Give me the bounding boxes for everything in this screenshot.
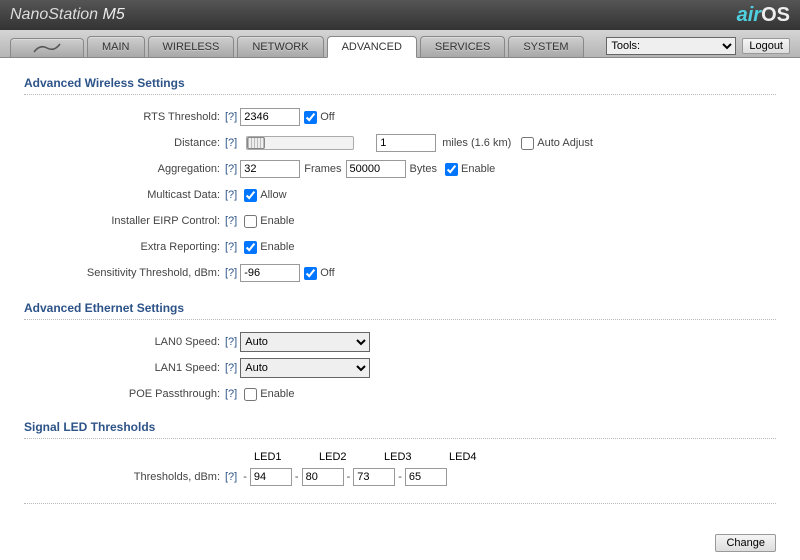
footer: Change [0,534,800,552]
led4-input[interactable] [405,468,447,486]
sens-label: Sensitivity Threshold, dBm: [24,267,222,279]
poe-checkbox[interactable] [244,388,257,401]
help-icon[interactable]: [?] [225,388,237,400]
agg-label: Aggregation: [24,163,222,175]
led-headers: LED1 LED2 LED3 LED4 [254,451,776,463]
lan1-label: LAN1 Speed: [24,362,222,374]
agg-bytes-input[interactable] [346,160,406,178]
help-icon[interactable]: [?] [225,189,237,201]
led3-header: LED3 [384,451,424,463]
agg-frames-label: Frames [304,163,341,175]
extra-label: Extra Reporting: [24,241,222,253]
poe-label: POE Passthrough: [24,388,222,400]
extra-clabel: Enable [260,241,294,253]
lan0-select[interactable]: Auto [240,332,370,352]
auto-adjust-label: Auto Adjust [537,137,593,149]
tab-main[interactable]: MAIN [87,36,145,57]
divider [24,94,776,95]
led3-input[interactable] [353,468,395,486]
ubnt-icon [33,43,61,53]
change-button[interactable]: Change [715,534,776,552]
row-distance: Distance: [?] miles (1.6 km) Auto Adjust [24,133,776,153]
logout-button[interactable]: Logout [742,38,790,54]
poe-clabel: Enable [260,388,294,400]
distance-unit: miles (1.6 km) [442,137,511,149]
divider [24,438,776,439]
agg-frames-input[interactable] [240,160,300,178]
row-lan0: LAN0 Speed: [?] Auto [24,332,776,352]
rts-label: RTS Threshold: [24,111,222,123]
distance-slider[interactable] [246,136,354,150]
led4-header: LED4 [449,451,489,463]
tab-advanced[interactable]: ADVANCED [327,36,417,58]
eirp-label: Installer EIRP Control: [24,215,222,227]
minus-sign: - [347,471,351,483]
help-icon[interactable]: [?] [225,111,237,123]
led2-input[interactable] [302,468,344,486]
extra-checkbox[interactable] [244,241,257,254]
sens-off-label: Off [320,267,334,279]
section-title-ethernet: Advanced Ethernet Settings [24,301,776,315]
slider-thumb[interactable] [247,137,265,149]
led1-input[interactable] [250,468,292,486]
rts-input[interactable] [240,108,300,126]
lan0-label: LAN0 Speed: [24,336,222,348]
divider [24,319,776,320]
help-icon[interactable]: [?] [225,471,237,483]
led2-header: LED2 [319,451,359,463]
help-icon[interactable]: [?] [225,267,237,279]
section-title-wireless: Advanced Wireless Settings [24,76,776,90]
auto-adjust-checkbox[interactable] [521,137,534,150]
thresholds-label: Thresholds, dBm: [24,471,222,483]
eirp-clabel: Enable [260,215,294,227]
tab-services[interactable]: SERVICES [420,36,505,57]
row-sensitivity: Sensitivity Threshold, dBm: [?] Off [24,263,776,283]
help-icon[interactable]: [?] [225,137,237,149]
row-lan1: LAN1 Speed: [?] Auto [24,358,776,378]
content-area: Advanced Wireless Settings RTS Threshold… [0,58,800,526]
eirp-checkbox[interactable] [244,215,257,228]
nav-right: Tools: Logout [606,37,790,57]
row-multicast: Multicast Data: [?] Allow [24,185,776,205]
agg-enable-checkbox[interactable] [445,163,458,176]
row-thresholds: Thresholds, dBm: [?] - - - - [24,467,776,487]
nav-bar: MAIN WIRELESS NETWORK ADVANCED SERVICES … [0,30,800,58]
distance-input[interactable] [376,134,436,152]
product-name: NanoStation M5 [10,6,125,24]
row-extra: Extra Reporting: [?] Enable [24,237,776,257]
agg-enable-label: Enable [461,163,495,175]
tools-select[interactable]: Tools: [606,37,736,55]
tab-system[interactable]: SYSTEM [508,36,583,57]
mcast-label: Multicast Data: [24,189,222,201]
rts-off-label: Off [320,111,334,123]
section-title-led: Signal LED Thresholds [24,420,776,434]
mcast-checkbox[interactable] [244,189,257,202]
sens-input[interactable] [240,264,300,282]
distance-label: Distance: [24,137,222,149]
row-aggregation: Aggregation: [?] Frames Bytes Enable [24,159,776,179]
tab-network[interactable]: NETWORK [237,36,323,57]
airos-logo: airOS [737,4,790,27]
tab-home[interactable] [10,38,84,57]
help-icon[interactable]: [?] [225,362,237,374]
help-icon[interactable]: [?] [225,215,237,227]
help-icon[interactable]: [?] [225,336,237,348]
row-poe: POE Passthrough: [?] Enable [24,384,776,404]
row-rts: RTS Threshold: [?] Off [24,107,776,127]
minus-sign: - [243,471,247,483]
help-icon[interactable]: [?] [225,163,237,175]
led1-header: LED1 [254,451,294,463]
minus-sign: - [398,471,402,483]
sens-off-checkbox[interactable] [304,267,317,280]
divider [24,503,776,504]
tab-wireless[interactable]: WIRELESS [148,36,235,57]
rts-off-checkbox[interactable] [304,111,317,124]
help-icon[interactable]: [?] [225,241,237,253]
app-header: NanoStation M5 airOS [0,0,800,30]
lan1-select[interactable]: Auto [240,358,370,378]
minus-sign: - [295,471,299,483]
row-eirp: Installer EIRP Control: [?] Enable [24,211,776,231]
mcast-clabel: Allow [260,189,286,201]
agg-bytes-label: Bytes [410,163,438,175]
